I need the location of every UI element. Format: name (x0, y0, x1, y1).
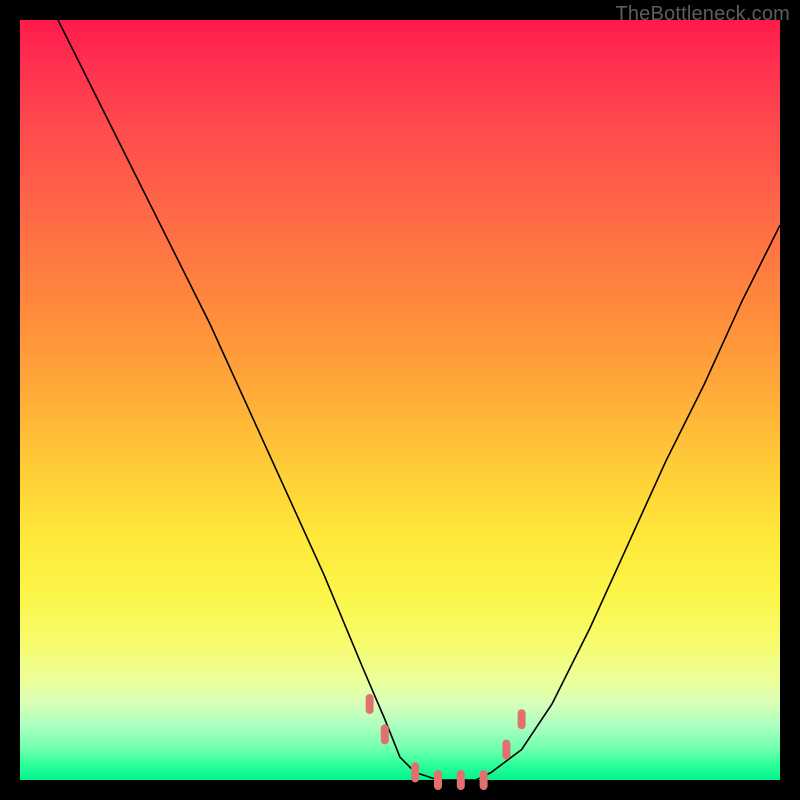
bottleneck-curve (58, 20, 780, 780)
curve-svg (20, 20, 780, 780)
plot-area (20, 20, 780, 780)
outer-frame: TheBottleneck.com (0, 0, 800, 800)
curve-tick-marks (370, 698, 522, 786)
